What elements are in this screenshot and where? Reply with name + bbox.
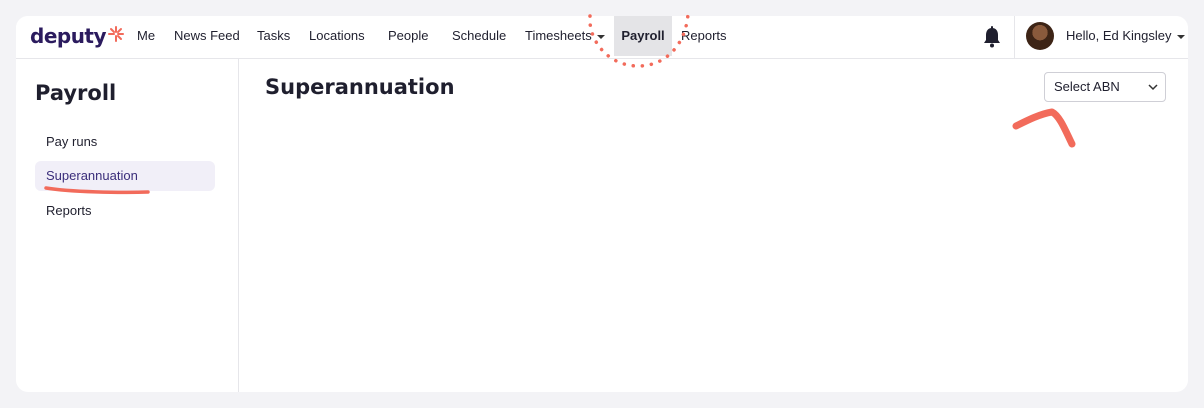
nav-label: Locations [309, 28, 365, 43]
nav-item-locations[interactable]: Locations [309, 16, 365, 56]
nav-item-timesheets[interactable]: Timesheets [525, 16, 605, 56]
abn-select[interactable]: Select ABN [1044, 72, 1166, 102]
bell-icon[interactable] [982, 26, 1002, 48]
sidebar-item-superannuation[interactable]: Superannuation [35, 161, 215, 191]
sidebar-item-label: Pay runs [46, 134, 98, 149]
nav-item-me[interactable]: Me [137, 16, 155, 56]
sidebar-item-label: Reports [46, 203, 92, 218]
deputy-logo[interactable]: deputy [30, 22, 125, 50]
user-greeting: Hello, Ed Kingsley [1066, 28, 1172, 43]
sidebar-item-label: Superannuation [46, 168, 138, 183]
nav-label: Me [137, 28, 156, 43]
nav-label: Reports [681, 28, 727, 43]
nav-label: Timesheets [525, 28, 592, 43]
chevron-down-icon [1148, 84, 1158, 91]
payroll-sidebar: Payroll Pay runs Superannuation Reports [16, 59, 239, 392]
top-navigation-bar: deputy Me News Feed Tasks Locations Peop… [16, 16, 1188, 59]
sidebar-title: Payroll [35, 81, 117, 105]
app-window: deputy Me News Feed Tasks Locations Peop… [16, 16, 1188, 392]
nav-item-schedule[interactable]: Schedule [452, 16, 506, 56]
nav-item-news-feed[interactable]: News Feed [174, 16, 240, 56]
nav-item-tasks[interactable]: Tasks [257, 16, 290, 56]
nav-label: Schedule [452, 28, 507, 43]
chevron-down-icon [1176, 34, 1185, 39]
user-menu[interactable]: Hello, Ed Kingsley [1066, 16, 1185, 56]
header-divider [1014, 16, 1015, 58]
nav-item-reports[interactable]: Reports [681, 16, 727, 56]
abn-select-value: Select ABN [1054, 79, 1120, 94]
chevron-down-icon [596, 34, 605, 39]
nav-label: Tasks [257, 28, 291, 43]
nav-item-people[interactable]: People [388, 16, 428, 56]
logo-star-icon [108, 26, 125, 42]
nav-item-payroll[interactable]: Payroll [614, 16, 672, 56]
nav-label: Payroll [621, 28, 665, 43]
sidebar-item-pay-runs[interactable]: Pay runs [35, 127, 215, 157]
main-content: Superannuation Select ABN [239, 59, 1188, 392]
nav-label: News Feed [174, 28, 240, 43]
page-title: Superannuation [265, 75, 455, 99]
sidebar-item-reports[interactable]: Reports [35, 196, 215, 226]
logo-text: deputy [30, 24, 107, 48]
avatar[interactable] [1026, 22, 1054, 50]
nav-label: People [388, 28, 429, 43]
